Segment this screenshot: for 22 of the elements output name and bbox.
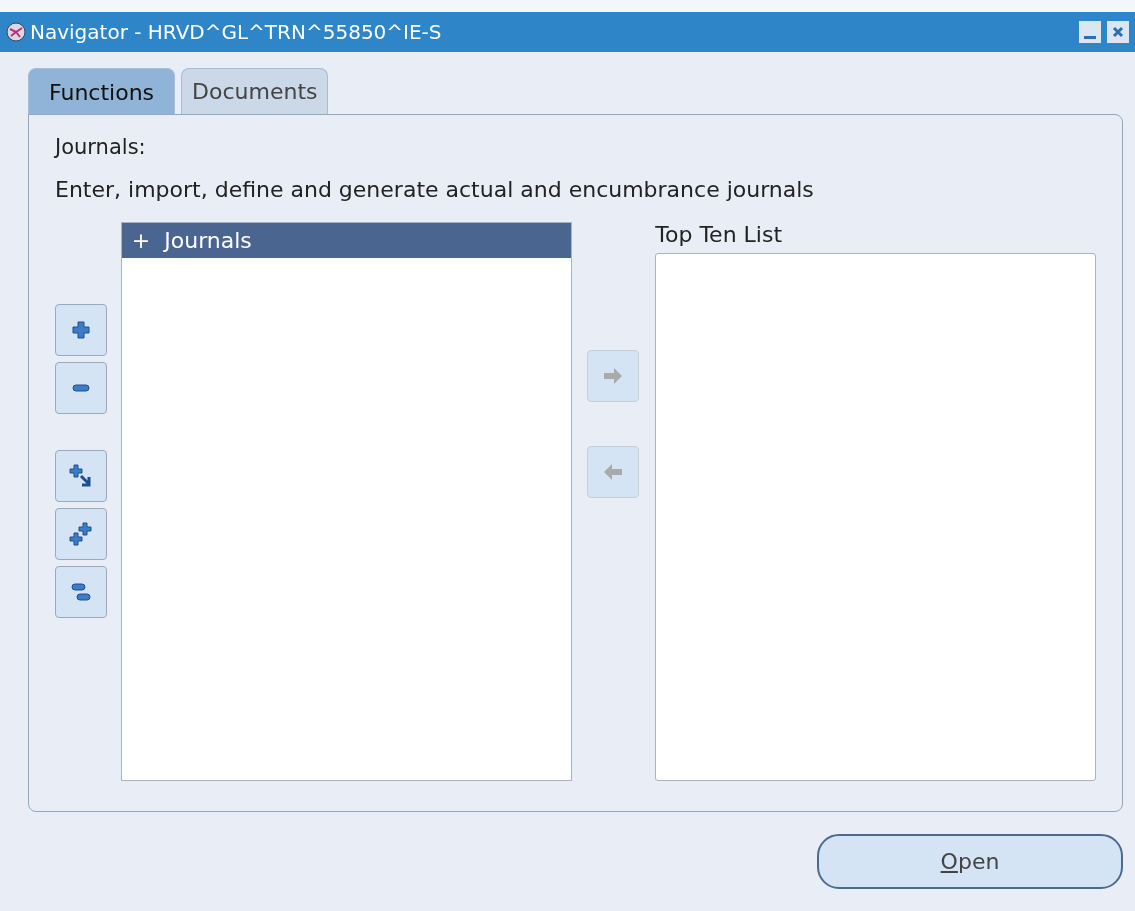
list-label: Top Ten List: [655, 222, 784, 249]
open-button[interactable]: Open: [817, 834, 1123, 889]
description-text: Enter, import, define and generate actual and encumbrance journals: [55, 177, 815, 202]
collapse-all-button[interactable]: [55, 566, 107, 618]
expand-branch-button[interactable]: [55, 450, 107, 502]
minimize-button[interactable]: [1079, 21, 1101, 43]
tab[interactable]: Functions: [28, 68, 176, 115]
expand-all-button[interactable]: [55, 508, 107, 560]
close-button[interactable]: [1107, 21, 1129, 43]
minimize-icon: [1084, 35, 1096, 39]
collapse-button[interactable]: [55, 362, 107, 414]
expand-button[interactable]: [55, 304, 107, 356]
plus-icon: [69, 318, 93, 342]
double-minus-icon: [69, 580, 93, 604]
close-icon: [1110, 24, 1126, 40]
double-plus-icon: [69, 522, 93, 546]
tree-item[interactable]: + Journals: [121, 223, 571, 258]
section-heading: Journals:: [55, 135, 147, 159]
app-icon: [6, 22, 26, 42]
plus-arrow-icon: [69, 464, 93, 488]
window-title: Navigator - HRVD^GL^TRN^55850^IE-S: [30, 20, 442, 44]
tab[interactable]: Documents: [181, 68, 329, 114]
